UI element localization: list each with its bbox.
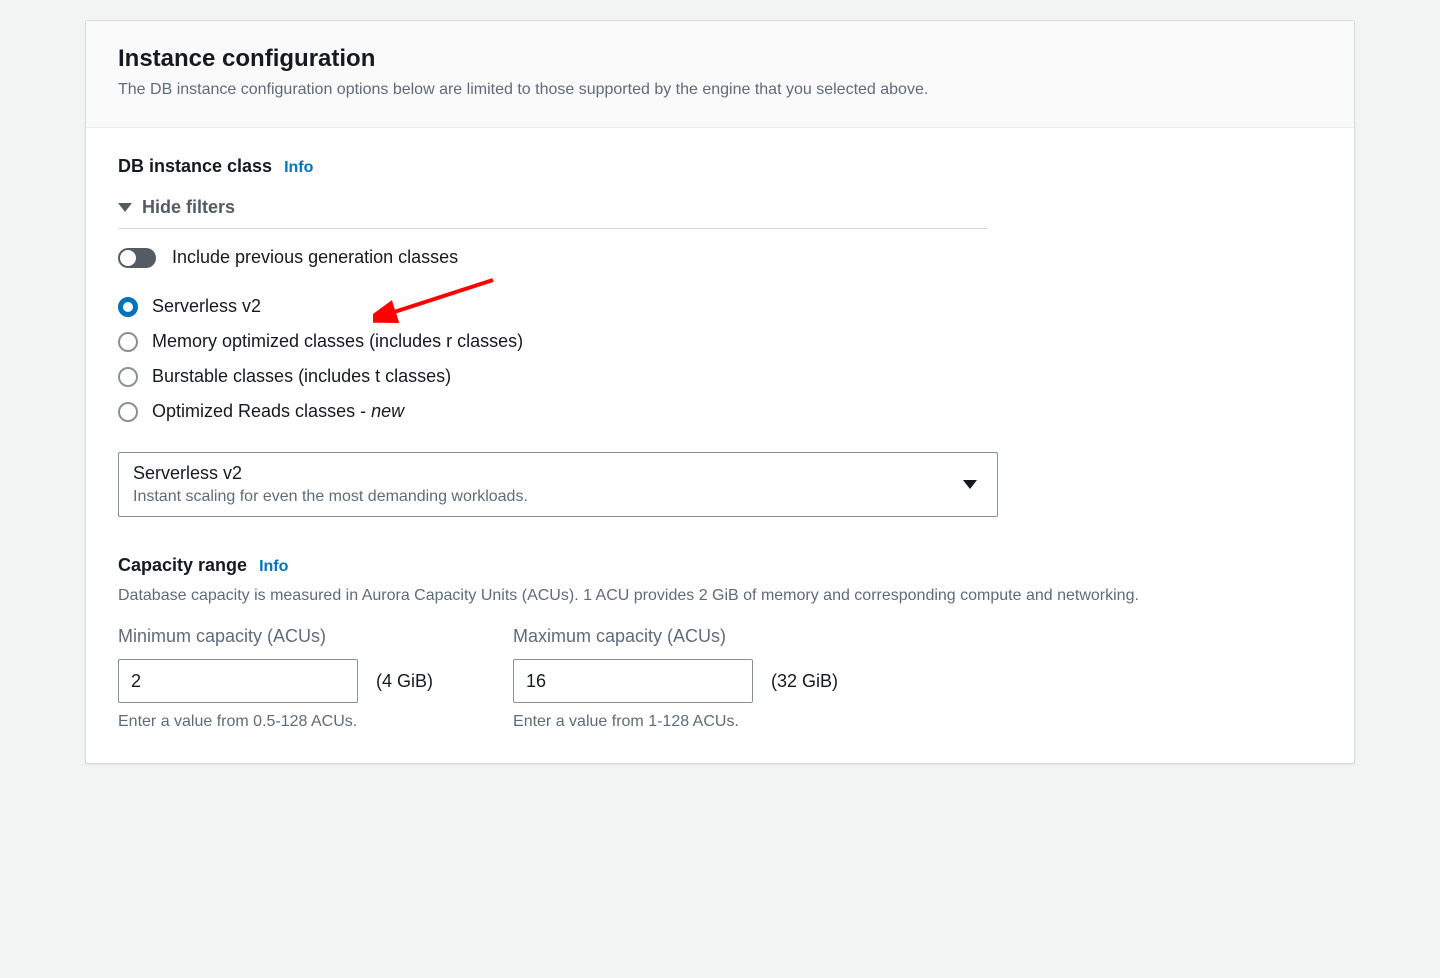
min-input-row: (4 GiB) [118, 659, 433, 703]
radio-label: Memory optimized classes (includes r cla… [152, 331, 523, 352]
toggle-knob [120, 250, 136, 266]
include-prev-gen-toggle[interactable] [118, 248, 156, 268]
radio-button-icon [118, 402, 138, 422]
instance-class-heading-row: DB instance class Info [118, 156, 1322, 177]
dropdown-subtitle: Instant scaling for even the most demand… [133, 488, 528, 506]
min-capacity-helper: Enter a value from 0.5-128 ACUs. [118, 713, 433, 731]
min-capacity-input[interactable] [118, 659, 358, 703]
panel-subtitle: The DB instance configuration options be… [118, 81, 1322, 99]
radio-button-icon [118, 332, 138, 352]
radio-serverless-v2[interactable]: Serverless v2 [118, 296, 1322, 317]
max-capacity-helper: Enter a value from 1-128 ACUs. [513, 713, 838, 731]
panel-title: Instance configuration [118, 45, 1322, 73]
capacity-inputs-row: Minimum capacity (ACUs) (4 GiB) Enter a … [118, 626, 1322, 731]
radio-memory-optimized[interactable]: Memory optimized classes (includes r cla… [118, 331, 1322, 352]
radio-label: Optimized Reads classes - new [152, 401, 404, 422]
min-capacity-label: Minimum capacity (ACUs) [118, 626, 433, 647]
min-memory-label: (4 GiB) [376, 671, 433, 692]
divider [118, 228, 988, 229]
instance-config-panel: Instance configuration The DB instance c… [85, 20, 1355, 764]
caret-down-icon [118, 203, 132, 212]
dropdown-content: Serverless v2 Instant scaling for even t… [133, 463, 528, 506]
capacity-range-label: Capacity range [118, 555, 247, 576]
dropdown-title: Serverless v2 [133, 463, 528, 484]
max-memory-label: (32 GiB) [771, 671, 838, 692]
max-capacity-label: Maximum capacity (ACUs) [513, 626, 838, 647]
radio-label: Burstable classes (includes t classes) [152, 366, 451, 387]
hide-filters-label: Hide filters [142, 197, 235, 218]
include-prev-gen-row: Include previous generation classes [118, 247, 1322, 268]
radio-button-icon [118, 367, 138, 387]
panel-header: Instance configuration The DB instance c… [86, 21, 1354, 128]
caret-down-icon [963, 480, 977, 489]
radio-button-icon [118, 297, 138, 317]
hide-filters-toggle[interactable]: Hide filters [118, 197, 1322, 218]
instance-class-label: DB instance class [118, 156, 272, 177]
capacity-info-link[interactable]: Info [259, 558, 288, 576]
include-prev-gen-label: Include previous generation classes [172, 247, 458, 268]
capacity-description: Database capacity is measured in Aurora … [118, 584, 1322, 608]
instance-class-info-link[interactable]: Info [284, 159, 313, 177]
radio-label: Serverless v2 [152, 296, 261, 317]
max-capacity-input[interactable] [513, 659, 753, 703]
panel-body: DB instance class Info Hide filters Incl… [86, 128, 1354, 763]
max-capacity-col: Maximum capacity (ACUs) (32 GiB) Enter a… [513, 626, 838, 731]
instance-class-dropdown[interactable]: Serverless v2 Instant scaling for even t… [118, 452, 998, 517]
min-capacity-col: Minimum capacity (ACUs) (4 GiB) Enter a … [118, 626, 433, 731]
capacity-range-heading-row: Capacity range Info [118, 555, 1322, 576]
radio-optimized-reads[interactable]: Optimized Reads classes - new [118, 401, 1322, 422]
instance-class-radio-group: Serverless v2 Memory optimized classes (… [118, 296, 1322, 422]
radio-burstable[interactable]: Burstable classes (includes t classes) [118, 366, 1322, 387]
max-input-row: (32 GiB) [513, 659, 838, 703]
